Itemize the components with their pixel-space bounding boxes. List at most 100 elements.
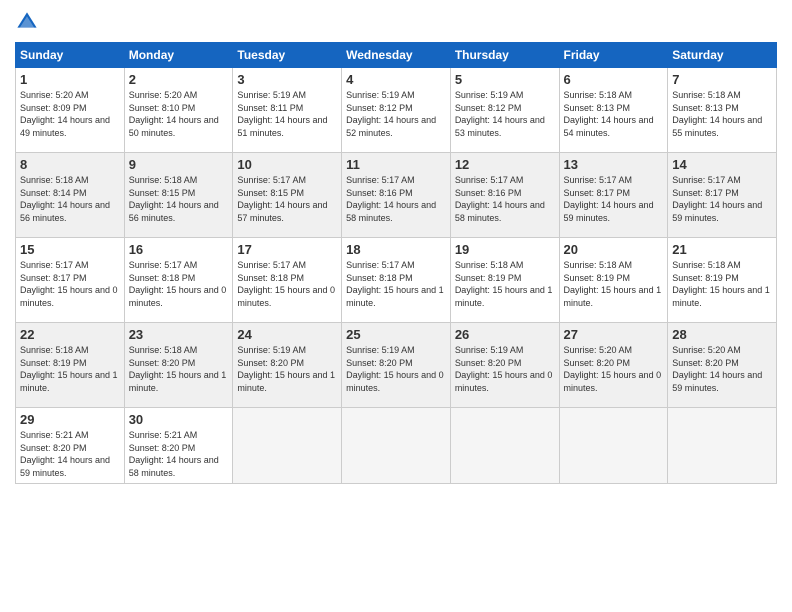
day-number: 4 <box>346 72 446 87</box>
week-row-4: 22 Sunrise: 5:18 AM Sunset: 8:19 PM Dayli… <box>16 323 777 408</box>
calendar-table: SundayMondayTuesdayWednesdayThursdayFrid… <box>15 42 777 484</box>
day-cell-29: 29 Sunrise: 5:21 AM Sunset: 8:20 PM Dayli… <box>16 408 125 484</box>
day-number: 11 <box>346 157 446 172</box>
empty-cell <box>559 408 668 484</box>
day-info: Sunrise: 5:20 AM Sunset: 8:20 PM Dayligh… <box>672 344 772 394</box>
logo-icon <box>15 10 39 34</box>
week-row-5: 29 Sunrise: 5:21 AM Sunset: 8:20 PM Dayli… <box>16 408 777 484</box>
day-number: 24 <box>237 327 337 342</box>
day-cell-24: 24 Sunrise: 5:19 AM Sunset: 8:20 PM Dayli… <box>233 323 342 408</box>
day-info: Sunrise: 5:17 AM Sunset: 8:16 PM Dayligh… <box>346 174 446 224</box>
day-number: 18 <box>346 242 446 257</box>
day-cell-26: 26 Sunrise: 5:19 AM Sunset: 8:20 PM Dayli… <box>450 323 559 408</box>
day-number: 20 <box>564 242 664 257</box>
day-cell-10: 10 Sunrise: 5:17 AM Sunset: 8:15 PM Dayli… <box>233 153 342 238</box>
day-cell-16: 16 Sunrise: 5:17 AM Sunset: 8:18 PM Dayli… <box>124 238 233 323</box>
day-number: 30 <box>129 412 229 427</box>
day-info: Sunrise: 5:19 AM Sunset: 8:20 PM Dayligh… <box>237 344 337 394</box>
day-number: 22 <box>20 327 120 342</box>
day-cell-9: 9 Sunrise: 5:18 AM Sunset: 8:15 PM Daylig… <box>124 153 233 238</box>
day-number: 16 <box>129 242 229 257</box>
day-cell-2: 2 Sunrise: 5:20 AM Sunset: 8:10 PM Daylig… <box>124 68 233 153</box>
day-cell-21: 21 Sunrise: 5:18 AM Sunset: 8:19 PM Dayli… <box>668 238 777 323</box>
day-info: Sunrise: 5:18 AM Sunset: 8:15 PM Dayligh… <box>129 174 229 224</box>
day-number: 10 <box>237 157 337 172</box>
day-info: Sunrise: 5:17 AM Sunset: 8:15 PM Dayligh… <box>237 174 337 224</box>
day-info: Sunrise: 5:20 AM Sunset: 8:10 PM Dayligh… <box>129 89 229 139</box>
empty-cell <box>342 408 451 484</box>
header-cell-monday: Monday <box>124 43 233 68</box>
day-number: 21 <box>672 242 772 257</box>
week-row-3: 15Sunrise: 5:17 AM Sunset: 8:17 PM Dayli… <box>16 238 777 323</box>
day-info: Sunrise: 5:18 AM Sunset: 8:19 PM Dayligh… <box>455 259 555 309</box>
day-number: 26 <box>455 327 555 342</box>
day-number: 2 <box>129 72 229 87</box>
day-cell-8: 8 Sunrise: 5:18 AM Sunset: 8:14 PM Daylig… <box>16 153 125 238</box>
week-row-2: 8 Sunrise: 5:18 AM Sunset: 8:14 PM Daylig… <box>16 153 777 238</box>
empty-cell <box>450 408 559 484</box>
day-info: Sunrise: 5:17 AM Sunset: 8:18 PM Dayligh… <box>129 259 229 309</box>
day-cell-20: 20 Sunrise: 5:18 AM Sunset: 8:19 PM Dayli… <box>559 238 668 323</box>
header-row: SundayMondayTuesdayWednesdayThursdayFrid… <box>16 43 777 68</box>
header-cell-wednesday: Wednesday <box>342 43 451 68</box>
day-cell-13: 13Sunrise: 5:17 AM Sunset: 8:17 PM Dayli… <box>559 153 668 238</box>
logo <box>15 10 43 34</box>
day-number: 5 <box>455 72 555 87</box>
day-cell-15: 15Sunrise: 5:17 AM Sunset: 8:17 PM Dayli… <box>16 238 125 323</box>
day-cell-1: 1 Sunrise: 5:20 AM Sunset: 8:09 PM Daylig… <box>16 68 125 153</box>
header-cell-tuesday: Tuesday <box>233 43 342 68</box>
day-cell-18: 18Sunrise: 5:17 AM Sunset: 8:18 PM Dayli… <box>342 238 451 323</box>
day-info: Sunrise: 5:17 AM Sunset: 8:16 PM Dayligh… <box>455 174 555 224</box>
header-cell-friday: Friday <box>559 43 668 68</box>
day-number: 15 <box>20 242 120 257</box>
day-cell-14: 14 Sunrise: 5:17 AM Sunset: 8:17 PM Dayli… <box>668 153 777 238</box>
day-info: Sunrise: 5:20 AM Sunset: 8:20 PM Dayligh… <box>564 344 664 394</box>
day-info: Sunrise: 5:18 AM Sunset: 8:19 PM Dayligh… <box>564 259 664 309</box>
day-info: Sunrise: 5:18 AM Sunset: 8:19 PM Dayligh… <box>20 344 120 394</box>
header-cell-thursday: Thursday <box>450 43 559 68</box>
empty-cell <box>668 408 777 484</box>
day-info: Sunrise: 5:18 AM Sunset: 8:20 PM Dayligh… <box>129 344 229 394</box>
day-cell-27: 27 Sunrise: 5:20 AM Sunset: 8:20 PM Dayli… <box>559 323 668 408</box>
week-row-1: 1 Sunrise: 5:20 AM Sunset: 8:09 PM Daylig… <box>16 68 777 153</box>
day-cell-11: 11 Sunrise: 5:17 AM Sunset: 8:16 PM Dayli… <box>342 153 451 238</box>
day-info: Sunrise: 5:19 AM Sunset: 8:20 PM Dayligh… <box>455 344 555 394</box>
day-number: 1 <box>20 72 120 87</box>
day-number: 12 <box>455 157 555 172</box>
day-number: 6 <box>564 72 664 87</box>
day-cell-17: 17Sunrise: 5:17 AM Sunset: 8:18 PM Dayli… <box>233 238 342 323</box>
calendar-page: SundayMondayTuesdayWednesdayThursdayFrid… <box>0 0 792 612</box>
day-info: Sunrise: 5:20 AM Sunset: 8:09 PM Dayligh… <box>20 89 120 139</box>
day-info: Sunrise: 5:18 AM Sunset: 8:19 PM Dayligh… <box>672 259 772 309</box>
day-number: 9 <box>129 157 229 172</box>
day-number: 29 <box>20 412 120 427</box>
day-cell-5: 5 Sunrise: 5:19 AM Sunset: 8:12 PM Daylig… <box>450 68 559 153</box>
day-number: 8 <box>20 157 120 172</box>
day-cell-25: 25Sunrise: 5:19 AM Sunset: 8:20 PM Dayli… <box>342 323 451 408</box>
day-info: Sunrise: 5:21 AM Sunset: 8:20 PM Dayligh… <box>20 429 120 479</box>
day-cell-28: 28 Sunrise: 5:20 AM Sunset: 8:20 PM Dayli… <box>668 323 777 408</box>
day-cell-30: 30 Sunrise: 5:21 AM Sunset: 8:20 PM Dayli… <box>124 408 233 484</box>
day-info: Sunrise: 5:17 AM Sunset: 8:17 PM Dayligh… <box>672 174 772 224</box>
day-info: Sunrise: 5:18 AM Sunset: 8:13 PM Dayligh… <box>672 89 772 139</box>
day-cell-6: 6Sunrise: 5:18 AM Sunset: 8:13 PM Daylig… <box>559 68 668 153</box>
day-number: 7 <box>672 72 772 87</box>
day-number: 19 <box>455 242 555 257</box>
day-info: Sunrise: 5:19 AM Sunset: 8:11 PM Dayligh… <box>237 89 337 139</box>
day-info: Sunrise: 5:17 AM Sunset: 8:17 PM Dayligh… <box>564 174 664 224</box>
day-number: 28 <box>672 327 772 342</box>
day-cell-3: 3 Sunrise: 5:19 AM Sunset: 8:11 PM Daylig… <box>233 68 342 153</box>
day-info: Sunrise: 5:18 AM Sunset: 8:14 PM Dayligh… <box>20 174 120 224</box>
day-number: 3 <box>237 72 337 87</box>
day-cell-4: 4 Sunrise: 5:19 AM Sunset: 8:12 PM Daylig… <box>342 68 451 153</box>
day-cell-23: 23 Sunrise: 5:18 AM Sunset: 8:20 PM Dayli… <box>124 323 233 408</box>
empty-cell <box>233 408 342 484</box>
day-number: 25 <box>346 327 446 342</box>
day-info: Sunrise: 5:21 AM Sunset: 8:20 PM Dayligh… <box>129 429 229 479</box>
day-info: Sunrise: 5:19 AM Sunset: 8:12 PM Dayligh… <box>455 89 555 139</box>
day-number: 14 <box>672 157 772 172</box>
header <box>15 10 777 34</box>
day-number: 23 <box>129 327 229 342</box>
day-number: 27 <box>564 327 664 342</box>
day-info: Sunrise: 5:19 AM Sunset: 8:12 PM Dayligh… <box>346 89 446 139</box>
